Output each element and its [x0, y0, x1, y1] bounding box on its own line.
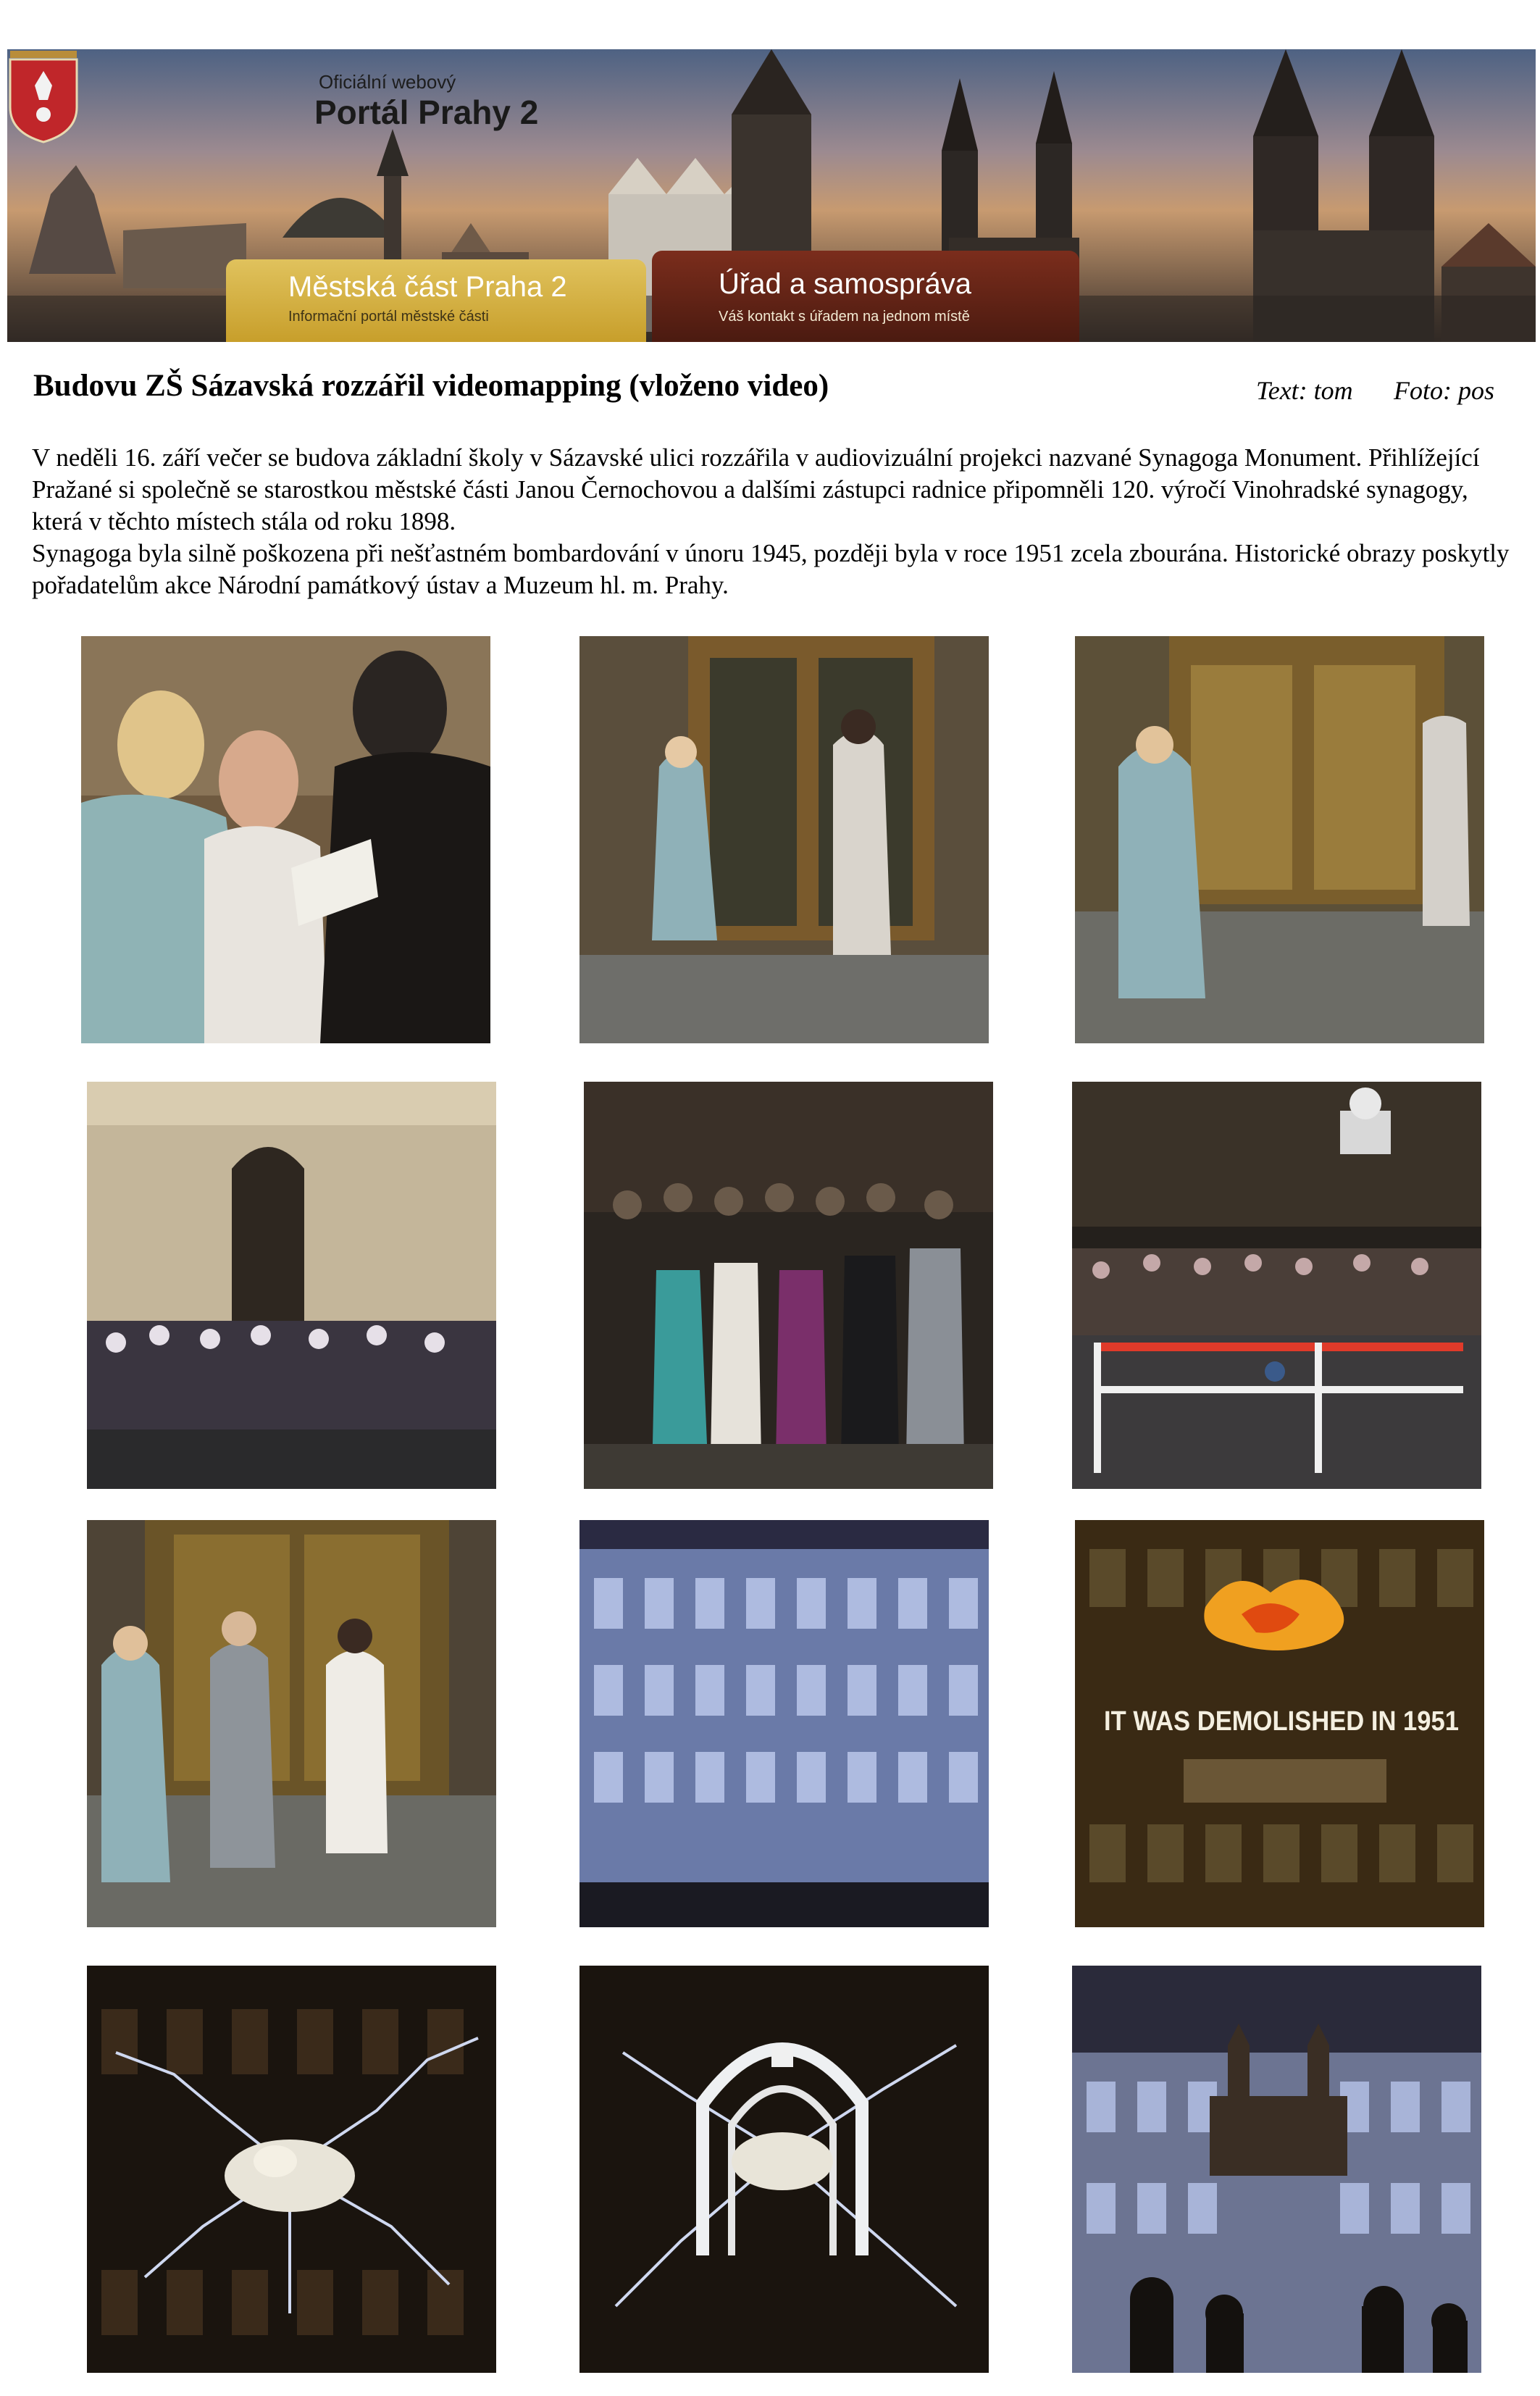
photo-projection-cracks[interactable] — [87, 1966, 496, 2373]
article-paragraph: Synagoga byla silně poškozena při nešťas… — [32, 539, 1510, 599]
article-body: V neděli 16. září večer se budova základ… — [32, 442, 1524, 601]
photo-speaker-at-door[interactable] — [579, 636, 989, 1043]
photo-three-speakers[interactable] — [87, 1520, 496, 1927]
article-paragraph: V neděli 16. září večer se budova základ… — [32, 443, 1480, 535]
tab-mestska-cast[interactable]: Městská část Praha 2 Informační portál m… — [226, 259, 646, 342]
coat-of-arms-icon[interactable] — [7, 49, 80, 143]
tab-mestska-cast-title: Městská část Praha 2 — [288, 271, 567, 303]
photo-projection-facade[interactable] — [579, 1520, 989, 1927]
portal-title[interactable]: Portál Prahy 2 — [314, 93, 538, 132]
projection-caption: IT WAS DEMOLISHED IN 1951 — [1104, 1706, 1459, 1737]
photo-audience-group[interactable] — [584, 1082, 993, 1489]
tab-urad-samosprava[interactable]: Úřad a samospráva Váš kontakt s úřadem n… — [652, 251, 1079, 342]
article-headline: Budovu ZŠ Sázavská rozzářil videomapping… — [33, 369, 829, 403]
tab-mestska-cast-subtitle: Informační portál městské části — [288, 309, 489, 325]
photo-speaker-microphone[interactable] — [1075, 636, 1484, 1043]
header-banner: Oficiální webový Portál Prahy 2 Městská … — [7, 49, 1536, 342]
photo-projection-arch[interactable] — [579, 1966, 989, 2373]
tab-urad-samosprava-title: Úřad a samospráva — [719, 268, 972, 300]
photo-speech-closeup[interactable] — [81, 636, 490, 1043]
photo-projection-text[interactable]: IT WAS DEMOLISHED IN 1951 — [1075, 1520, 1484, 1927]
photo-projection-synagogue[interactable] — [1072, 1966, 1481, 2373]
tab-urad-samosprava-subtitle: Váš kontakt s úřadem na jednom místě — [719, 309, 970, 325]
text-credit: Text: tom — [1256, 376, 1353, 405]
photo-crowd-building[interactable] — [87, 1082, 496, 1489]
photo-street-barrier[interactable] — [1072, 1082, 1481, 1489]
portal-subtitle: Oficiální webový — [319, 71, 456, 93]
photo-credit: Foto: pos — [1394, 376, 1494, 405]
